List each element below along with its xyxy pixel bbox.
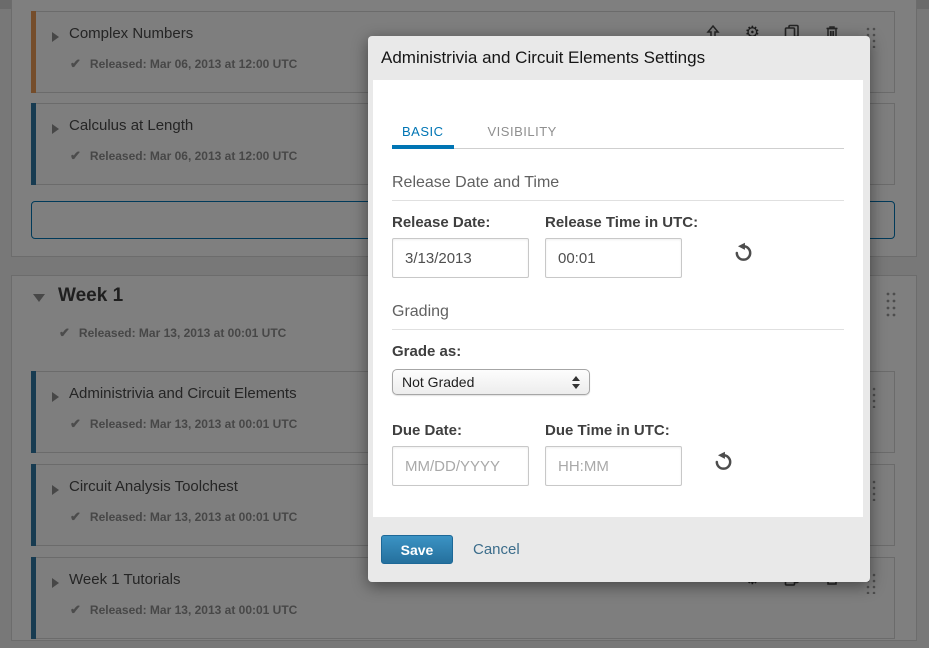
cancel-link[interactable]: Cancel	[473, 541, 520, 558]
grade-select-value: Not Graded	[402, 374, 474, 390]
subsection-settings-modal: Administrivia and Circuit Elements Setti…	[368, 36, 870, 582]
grading-section-heading: Grading	[392, 303, 844, 321]
grade-select[interactable]: Not Graded	[392, 369, 590, 395]
release-date-input[interactable]	[392, 238, 529, 278]
tab-basic[interactable]: BASIC	[392, 124, 454, 149]
release-fields-row: Release Date: Release Time in UTC:	[392, 214, 844, 278]
due-date-input[interactable]	[392, 446, 529, 486]
due-time-input[interactable]	[545, 446, 682, 486]
modal-footer: Save Cancel	[368, 521, 870, 582]
divider	[392, 200, 844, 201]
release-time-label: Release Time in UTC:	[545, 214, 698, 231]
save-button[interactable]: Save	[381, 535, 453, 564]
select-spinner-icon	[572, 376, 580, 389]
grade-as-row: Grade as: Not Graded	[392, 343, 844, 395]
grade-as-label: Grade as:	[392, 343, 844, 360]
modal-content: BASIC VISIBILITY Release Date and Time R…	[373, 80, 863, 517]
modal-title: Administrivia and Circuit Elements Setti…	[381, 48, 705, 68]
due-fields-row: Due Date: Due Time in UTC:	[392, 422, 844, 486]
release-date-label: Release Date:	[392, 214, 529, 231]
modal-tabs: BASIC VISIBILITY	[392, 124, 844, 149]
reset-due-icon[interactable]	[713, 451, 734, 472]
divider	[392, 329, 844, 330]
due-date-label: Due Date:	[392, 422, 529, 439]
reset-release-icon[interactable]	[733, 242, 754, 263]
modal-header: Administrivia and Circuit Elements Setti…	[368, 36, 870, 80]
release-section-heading: Release Date and Time	[392, 174, 844, 192]
tab-visibility[interactable]: VISIBILITY	[488, 124, 557, 148]
release-time-input[interactable]	[545, 238, 682, 278]
due-time-label: Due Time in UTC:	[545, 422, 682, 439]
